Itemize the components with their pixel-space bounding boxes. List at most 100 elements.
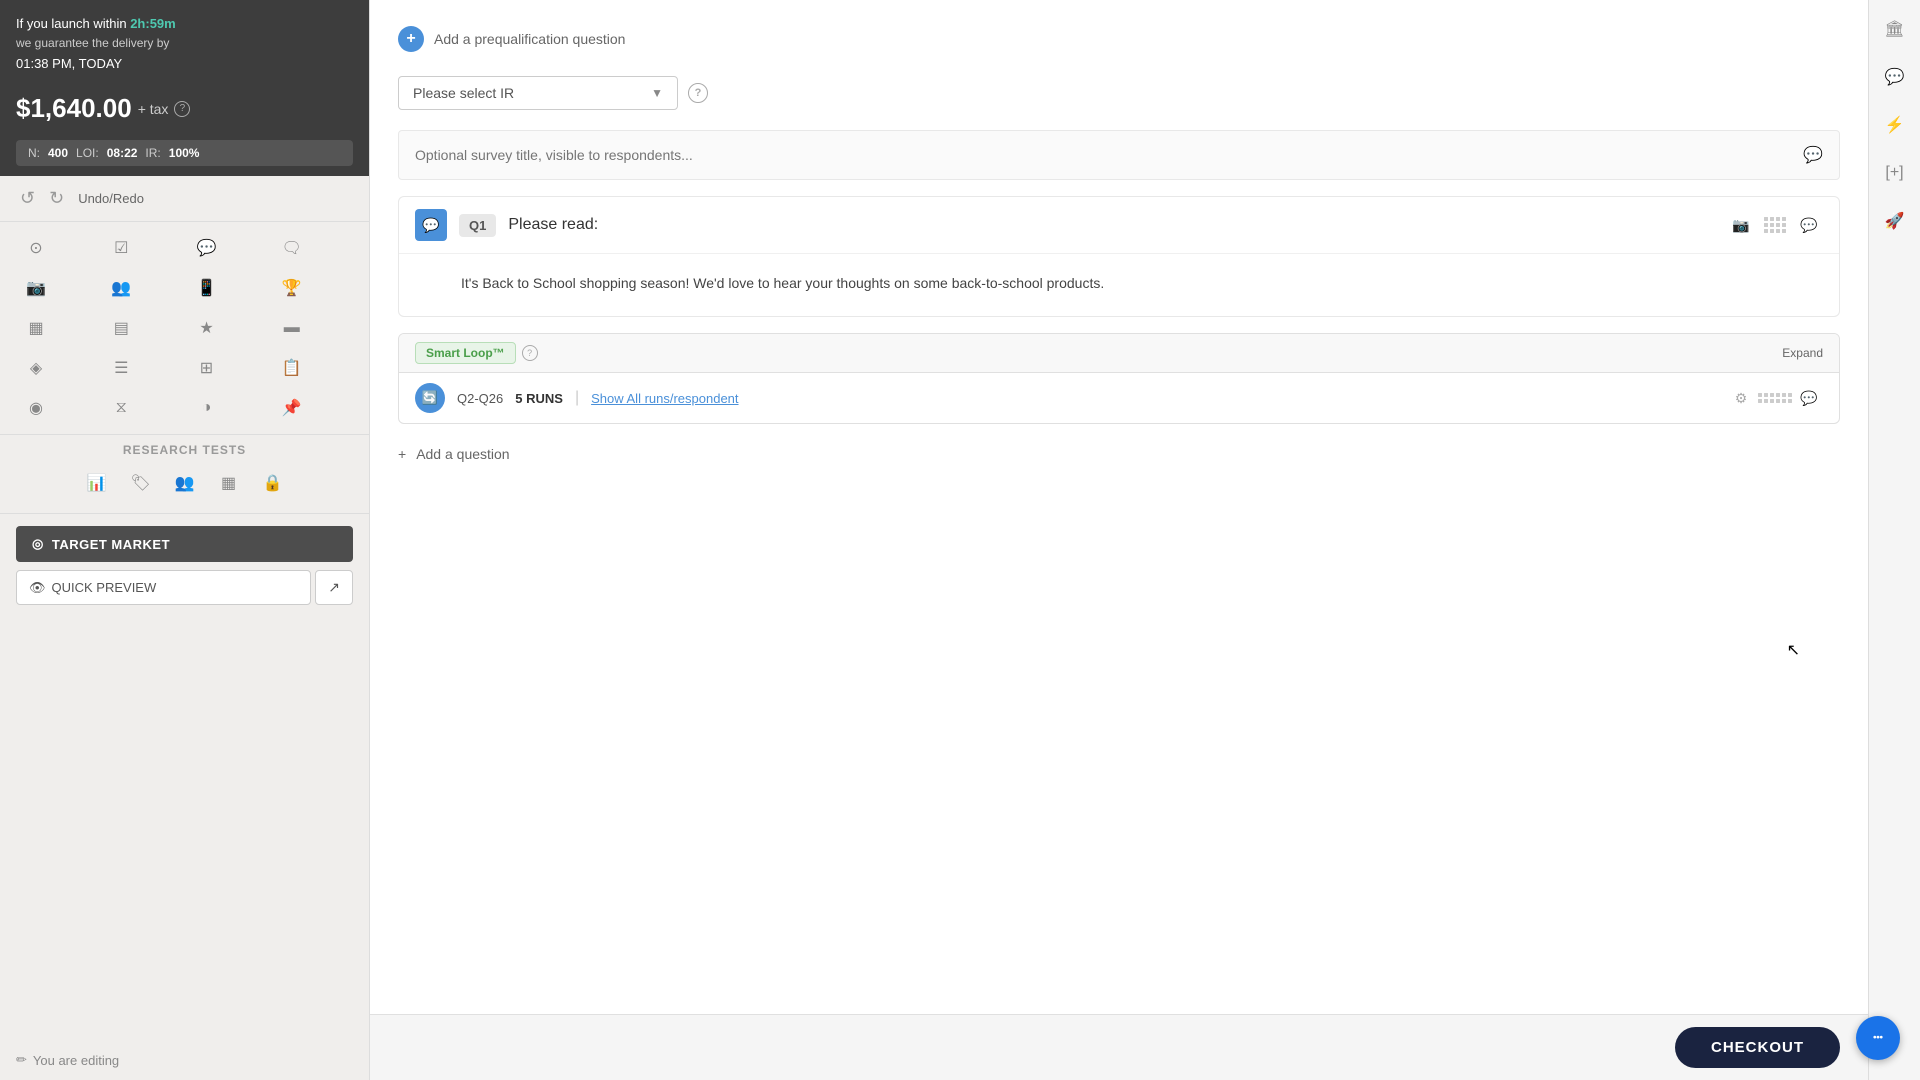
toolbar-icon-eye[interactable]: ◑ (187, 390, 227, 426)
q1-label: Q1 (459, 214, 496, 237)
add-question-label: Add a question (416, 446, 509, 462)
toolbar-icon-group[interactable]: 👥 (101, 270, 141, 306)
undo-button[interactable]: ↺ (16, 186, 39, 211)
right-panel-plug-icon[interactable]: ⚡ (1876, 106, 1914, 144)
share-button[interactable]: ↗ (315, 570, 353, 605)
toolbar-icons-grid: ⊙ ☑ 💬 🗨 📷 👥 📱 🏆 ▦ ▤ ★ ▬ ◈ ☰ ⊞ 📋 ◉ ⧖ ◑ 📌 (0, 222, 369, 435)
price-help-icon[interactable]: ? (174, 101, 190, 117)
toolbar-icon-award[interactable]: 🏆 (272, 270, 312, 306)
pencil-icon: ✏ (16, 1052, 27, 1068)
content-area: + Add a prequalification question Please… (370, 0, 1868, 1014)
toolbar-icon-speech[interactable]: 🗨 (272, 230, 312, 266)
smart-loop-tag: Smart Loop™ (415, 342, 516, 364)
toolbar-icon-star[interactable]: ★ (187, 310, 227, 346)
research-icon-grid2[interactable]: ▦ (211, 465, 247, 501)
toolbar-icon-comment[interactable]: 💬 (187, 230, 227, 266)
comment-icon: 💬 (1803, 145, 1823, 165)
question-1-block: 💬 Q1 Please read: 📷 💬 (398, 196, 1840, 317)
research-icon-lock[interactable]: 🔒 (255, 465, 291, 501)
price-display: $1,640.00 + tax ? (0, 85, 369, 134)
toolbar-icon-diamond[interactable]: ◈ (16, 350, 56, 386)
quick-preview-label: QUICK PREVIEW (52, 580, 157, 595)
main-container: If you launch within 2h:59m we guarantee… (0, 0, 1920, 1080)
toolbar-icon-minus[interactable]: ▬ (272, 310, 312, 346)
toolbar-icon-checkbox[interactable]: ☑ (101, 230, 141, 266)
add-prequalification-row[interactable]: + Add a prequalification question (398, 16, 1840, 62)
main-content: + Add a prequalification question Please… (370, 0, 1868, 1080)
add-question-row[interactable]: + Add a question (398, 434, 1840, 474)
loop-comment-icon[interactable]: 💬 (1795, 384, 1823, 412)
quick-preview-button[interactable]: 👁 QUICK PREVIEW (16, 570, 311, 605)
undo-redo-label: Undo/Redo (78, 191, 144, 206)
loop-actions: ⚙ 💬 (1727, 384, 1823, 412)
right-panel-expand-icon[interactable]: [+] (1876, 154, 1914, 192)
tax-label: + tax (138, 101, 169, 117)
support-chat-icon[interactable] (1856, 1016, 1900, 1060)
ir-help-icon[interactable]: ? (688, 83, 708, 103)
right-panel: 🏛 💬 ⚡ [+] 🚀 (1868, 0, 1920, 1080)
toolbar-icon-mobile[interactable]: 📱 (187, 270, 227, 306)
target-market-label: TARGET MARKET (52, 537, 170, 552)
quick-preview-row: 👁 QUICK PREVIEW ↗ (16, 570, 353, 605)
toolbar-icon-expand[interactable]: ⊞ (187, 350, 227, 386)
survey-title-row: 💬 (398, 130, 1840, 180)
q1-comment-icon[interactable]: 💬 (1795, 211, 1823, 239)
add-question-plus-icon: + (398, 446, 406, 462)
target-market-icon: ◎ (32, 536, 44, 552)
toolbar-icon-timer[interactable]: ⧖ (101, 390, 141, 426)
loop-show-all[interactable]: Show All runs/respondent (591, 391, 1715, 406)
research-icon-chart[interactable]: 📊 (79, 465, 115, 501)
delivery-time: 01:38 PM, TODAY (16, 54, 353, 74)
price-value: $1,640.00 (16, 93, 132, 124)
checkout-button[interactable]: CHECKOUT (1675, 1027, 1840, 1068)
survey-title-input[interactable] (415, 147, 1803, 163)
toolbar-icon-circle[interactable]: ◉ (16, 390, 56, 426)
stats-bar: N: 400 LOI: 08:22 IR: 100% (16, 140, 353, 166)
sidebar: If you launch within 2h:59m we guarantee… (0, 0, 370, 1080)
loop-grid-icon[interactable] (1761, 384, 1789, 412)
right-panel-rocket-icon[interactable]: 🚀 (1876, 202, 1914, 240)
sidebar-actions: ◎ TARGET MARKET 👁 QUICK PREVIEW ↗ (0, 514, 369, 617)
toolbar-icon-record[interactable]: ⊙ (16, 230, 56, 266)
smart-loop-body: 🔄 Q2-Q26 5 RUNS | Show All runs/responde… (399, 373, 1839, 423)
ir-dropdown[interactable]: Please select IR ▼ (398, 76, 678, 110)
right-panel-bank-icon[interactable]: 🏛 (1876, 10, 1914, 48)
q1-body-text: It's Back to School shopping season! We'… (461, 272, 1817, 294)
loop-settings-icon[interactable]: ⚙ (1727, 384, 1755, 412)
q1-camera-icon[interactable]: 📷 (1727, 211, 1755, 239)
sidebar-launch-info: If you launch within 2h:59m we guarantee… (0, 0, 369, 85)
ir-dropdown-text: Please select IR (413, 85, 514, 101)
smart-loop-help-icon[interactable]: ? (522, 345, 538, 361)
n-label: N: (28, 146, 40, 160)
undo-redo-bar: ↺ ↻ Undo/Redo (0, 176, 369, 222)
toolbar-icon-list[interactable]: ▤ (101, 310, 141, 346)
q1-grid-icon[interactable] (1761, 211, 1789, 239)
toolbar-icon-grid[interactable]: ▦ (16, 310, 56, 346)
smart-loop-expand-button[interactable]: Expand (1782, 346, 1823, 360)
loop-range: Q2-Q26 (457, 391, 503, 406)
research-icon-users[interactable]: 👥 (167, 465, 203, 501)
research-tests-label: RESEARCH TESTS (0, 435, 369, 461)
research-icon-tag[interactable]: 🏷 (123, 465, 159, 501)
research-icons-row: 📊 🏷 👥 ▦ 🔒 (0, 461, 369, 514)
ir-value: 100% (169, 146, 200, 160)
q1-header-icons: 📷 💬 (1727, 211, 1823, 239)
target-market-button[interactable]: ◎ TARGET MARKET (16, 526, 353, 562)
bottom-bar: CHECKOUT (370, 1014, 1868, 1080)
toolbar-icon-clipboard[interactable]: 📋 (272, 350, 312, 386)
toolbar-icon-menu[interactable]: ☰ (101, 350, 141, 386)
editing-status: ✏ You are editing (0, 1040, 369, 1080)
right-panel-chat-icon[interactable]: 💬 (1876, 58, 1914, 96)
smart-loop-badge: Smart Loop™ ? (415, 342, 538, 364)
quick-preview-icon: 👁 (29, 580, 46, 596)
q1-title: Please read: (508, 216, 1715, 234)
loi-label: LOI: (76, 146, 99, 160)
ir-selection-row: Please select IR ▼ ? (398, 62, 1840, 120)
smart-loop-section: Smart Loop™ ? Expand 🔄 Q2-Q26 5 RUNS | S… (398, 333, 1840, 424)
n-value: 400 (48, 146, 68, 160)
toolbar-icon-camera[interactable]: 📷 (16, 270, 56, 306)
loop-divider: | (575, 389, 579, 407)
q1-type-icon: 💬 (415, 209, 447, 241)
toolbar-icon-pin[interactable]: 📌 (272, 390, 312, 426)
redo-button[interactable]: ↻ (45, 186, 68, 211)
